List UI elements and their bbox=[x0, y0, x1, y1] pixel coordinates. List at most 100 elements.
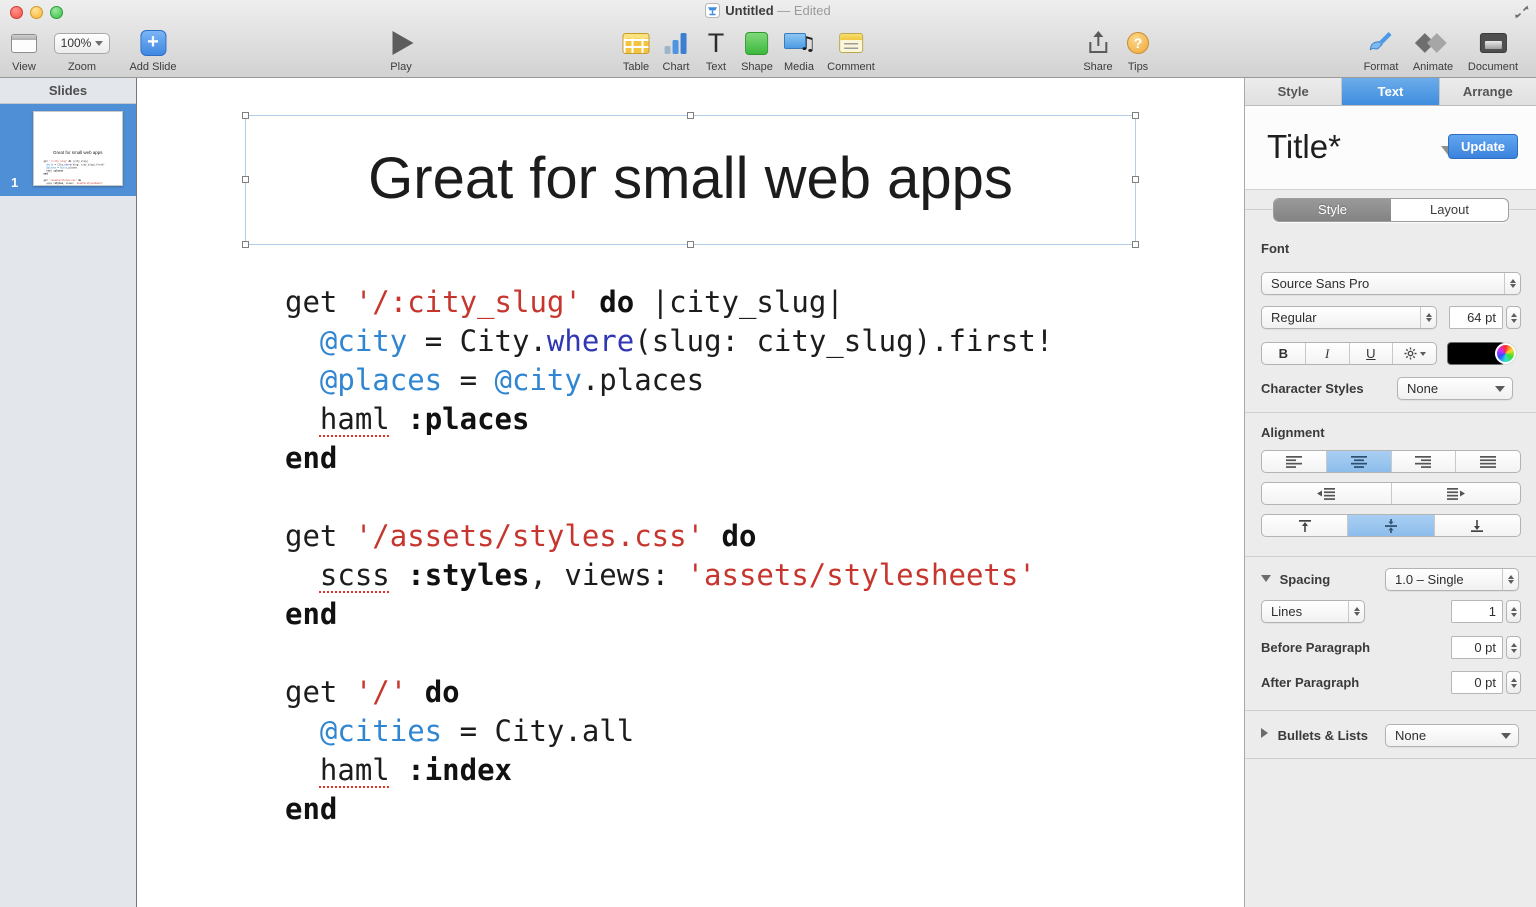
slide-row[interactable]: 1 Great for small web apps get '/:city_s… bbox=[0, 104, 136, 196]
align-left-icon bbox=[1285, 455, 1303, 468]
code-textbox[interactable]: get '/:city_slug' do |city_slug| @city =… bbox=[285, 283, 1053, 829]
align-top-button[interactable] bbox=[1262, 515, 1348, 536]
lines-value-field[interactable]: 1 bbox=[1451, 600, 1503, 623]
slide-canvas[interactable]: Great for small web apps get '/:city_slu… bbox=[137, 78, 1244, 907]
stepper-icon bbox=[1348, 601, 1364, 622]
increase-indent-button[interactable] bbox=[1392, 483, 1521, 504]
view-icon bbox=[11, 34, 37, 53]
indent-right-icon bbox=[1446, 487, 1466, 500]
valign-bottom-icon bbox=[1469, 519, 1485, 533]
tips-button[interactable]: ? Tips bbox=[1127, 26, 1149, 73]
edited-status: — Edited bbox=[777, 3, 830, 18]
table-button[interactable]: Table bbox=[623, 26, 650, 73]
media-button[interactable]: ♫ Media bbox=[784, 26, 814, 73]
decrease-indent-button[interactable] bbox=[1262, 483, 1392, 504]
chevron-down-icon bbox=[1501, 733, 1511, 739]
alignment-section-label: Alignment bbox=[1261, 425, 1325, 440]
paintbrush-icon bbox=[1368, 30, 1394, 56]
animate-button[interactable]: Animate bbox=[1413, 26, 1453, 73]
indent-left-icon bbox=[1316, 487, 1336, 500]
slide-number: 1 bbox=[11, 175, 18, 190]
font-size-stepper[interactable] bbox=[1506, 306, 1521, 329]
add-slide-button[interactable]: + Add Slide bbox=[129, 26, 176, 73]
stepper-icon bbox=[1502, 569, 1518, 590]
subtab-style[interactable]: Style bbox=[1274, 199, 1391, 221]
text-button[interactable]: T Text bbox=[706, 26, 726, 73]
tab-text[interactable]: Text bbox=[1342, 78, 1439, 105]
bullets-section-label: Bullets & Lists bbox=[1261, 728, 1368, 743]
slide-thumbnail[interactable]: Great for small web apps get '/:city_slu… bbox=[33, 111, 123, 186]
spacing-lines-popup[interactable]: Lines bbox=[1261, 600, 1365, 623]
align-left-button[interactable] bbox=[1262, 451, 1327, 472]
slide-title[interactable]: Great for small web apps bbox=[246, 145, 1135, 212]
after-paragraph-label: After Paragraph bbox=[1261, 675, 1359, 690]
vertical-align-segment bbox=[1261, 514, 1521, 537]
before-paragraph-stepper[interactable] bbox=[1506, 636, 1521, 659]
share-button[interactable]: Share bbox=[1083, 26, 1112, 73]
shape-button[interactable]: Shape bbox=[741, 26, 773, 73]
table-icon bbox=[623, 33, 650, 54]
subtab-layout[interactable]: Layout bbox=[1391, 199, 1508, 221]
align-middle-button[interactable] bbox=[1348, 515, 1434, 536]
titlebar: Untitled — Edited bbox=[0, 0, 1536, 22]
window-body: Slides 1 Great for small web apps get '/… bbox=[0, 78, 1536, 907]
format-button[interactable]: Format bbox=[1364, 26, 1399, 73]
comment-button[interactable]: Comment bbox=[827, 26, 875, 73]
chart-icon bbox=[663, 32, 689, 54]
bullets-popup[interactable]: None bbox=[1385, 724, 1519, 747]
character-styles-popup[interactable]: None bbox=[1397, 377, 1513, 400]
text-color-row bbox=[1245, 342, 1536, 365]
align-justify-button[interactable] bbox=[1456, 451, 1520, 472]
indent-segment bbox=[1261, 482, 1521, 505]
lines-stepper[interactable] bbox=[1506, 600, 1521, 623]
tab-arrange[interactable]: Arrange bbox=[1440, 78, 1536, 105]
zoom-control[interactable]: 100% Zoom bbox=[54, 26, 110, 73]
window-title: Untitled — Edited bbox=[0, 3, 1536, 21]
align-bottom-button[interactable] bbox=[1435, 515, 1520, 536]
font-section-label: Font bbox=[1261, 241, 1289, 256]
document-icon bbox=[1479, 33, 1506, 53]
play-button[interactable]: Play bbox=[389, 26, 414, 73]
align-center-button[interactable] bbox=[1327, 451, 1392, 472]
resize-handle[interactable] bbox=[242, 241, 249, 248]
font-size-field[interactable]: 64 pt bbox=[1449, 306, 1503, 329]
window-chrome: Untitled — Edited View 100% Zoom + Add S… bbox=[0, 0, 1536, 78]
tab-style[interactable]: Style bbox=[1245, 78, 1342, 105]
chart-button[interactable]: Chart bbox=[663, 26, 690, 73]
title-textbox-selected[interactable]: Great for small web apps bbox=[245, 115, 1136, 245]
color-wheel-icon[interactable] bbox=[1495, 343, 1516, 364]
keynote-window: Untitled — Edited View 100% Zoom + Add S… bbox=[0, 0, 1536, 907]
resize-handle[interactable] bbox=[687, 112, 694, 119]
align-center-icon bbox=[1350, 455, 1368, 468]
resize-handle[interactable] bbox=[242, 176, 249, 183]
font-weight-popup[interactable]: Regular bbox=[1261, 306, 1437, 329]
zoom-popup[interactable]: 100% bbox=[54, 33, 110, 54]
disclosure-triangle-icon[interactable] bbox=[1261, 575, 1271, 582]
resize-handle[interactable] bbox=[1132, 112, 1139, 119]
valign-middle-icon bbox=[1383, 519, 1399, 533]
after-paragraph-stepper[interactable] bbox=[1506, 671, 1521, 694]
before-paragraph-field[interactable]: 0 pt bbox=[1451, 636, 1503, 659]
fullscreen-icon[interactable] bbox=[1514, 4, 1530, 20]
update-button[interactable]: Update bbox=[1448, 134, 1518, 159]
text-icon: T bbox=[708, 30, 725, 57]
horizontal-align-segment bbox=[1261, 450, 1521, 473]
resize-handle[interactable] bbox=[1132, 176, 1139, 183]
disclosure-triangle-icon[interactable] bbox=[1261, 728, 1268, 738]
resize-handle[interactable] bbox=[1132, 241, 1139, 248]
document-button[interactable]: Document bbox=[1468, 26, 1518, 73]
view-button[interactable]: View bbox=[11, 26, 37, 73]
plus-icon: + bbox=[140, 30, 166, 56]
font-family-popup[interactable]: Source Sans Pro bbox=[1261, 272, 1521, 295]
keynote-doc-icon bbox=[705, 3, 720, 21]
chevron-down-icon bbox=[1495, 386, 1505, 392]
stepper-icon bbox=[1420, 307, 1436, 328]
resize-handle[interactable] bbox=[242, 112, 249, 119]
resize-handle[interactable] bbox=[687, 241, 694, 248]
spacing-preset-popup[interactable]: 1.0 – Single bbox=[1385, 568, 1519, 591]
align-right-button[interactable] bbox=[1392, 451, 1457, 472]
stepper-icon bbox=[1504, 273, 1520, 294]
thumb-title: Great for small web apps bbox=[34, 150, 121, 155]
after-paragraph-field[interactable]: 0 pt bbox=[1451, 671, 1503, 694]
align-right-icon bbox=[1414, 455, 1432, 468]
